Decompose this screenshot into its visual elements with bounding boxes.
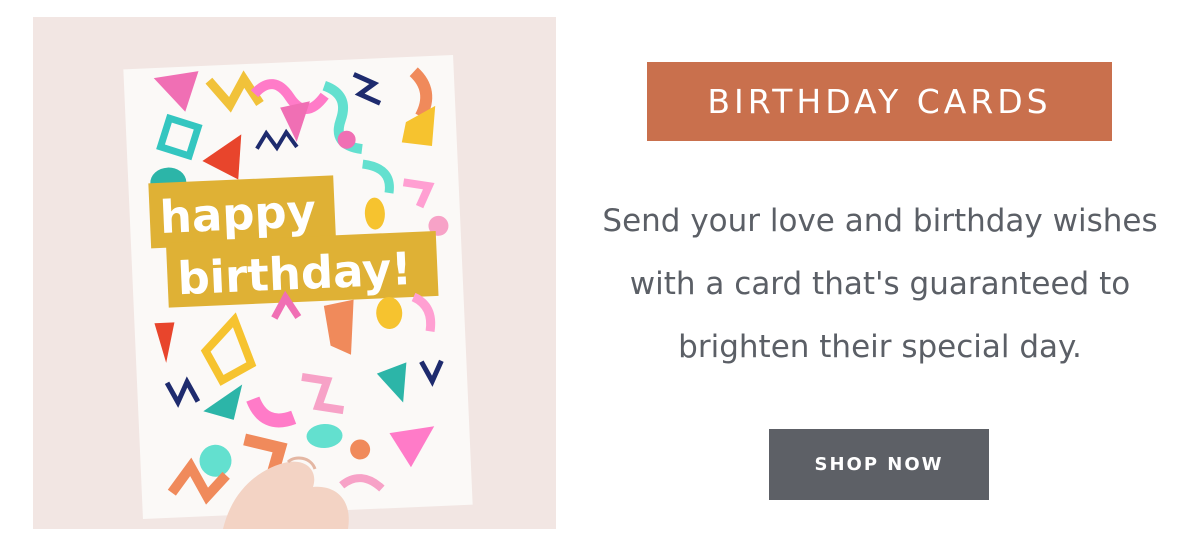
promo-description: Send your love and birthday wishes with … — [590, 190, 1170, 379]
birthday-card-illustration: happy birthday! — [33, 17, 556, 529]
description-line: brighten their special day. — [678, 329, 1082, 365]
promo-tag-label: BIRTHDAY CARDS — [707, 82, 1052, 121]
card-text-happy: happy — [159, 184, 317, 244]
birthday-card-photo: happy birthday! — [33, 17, 556, 529]
card-text-birthday: birthday! — [176, 242, 413, 305]
description-line: with a card that's guaranteed to — [629, 266, 1131, 302]
shop-now-button[interactable]: SHOP NOW — [769, 429, 989, 500]
shop-now-label: SHOP NOW — [814, 454, 944, 475]
description-line: Send your love and birthday wishes — [602, 203, 1158, 239]
birthday-cards-tag: BIRTHDAY CARDS — [647, 62, 1112, 141]
